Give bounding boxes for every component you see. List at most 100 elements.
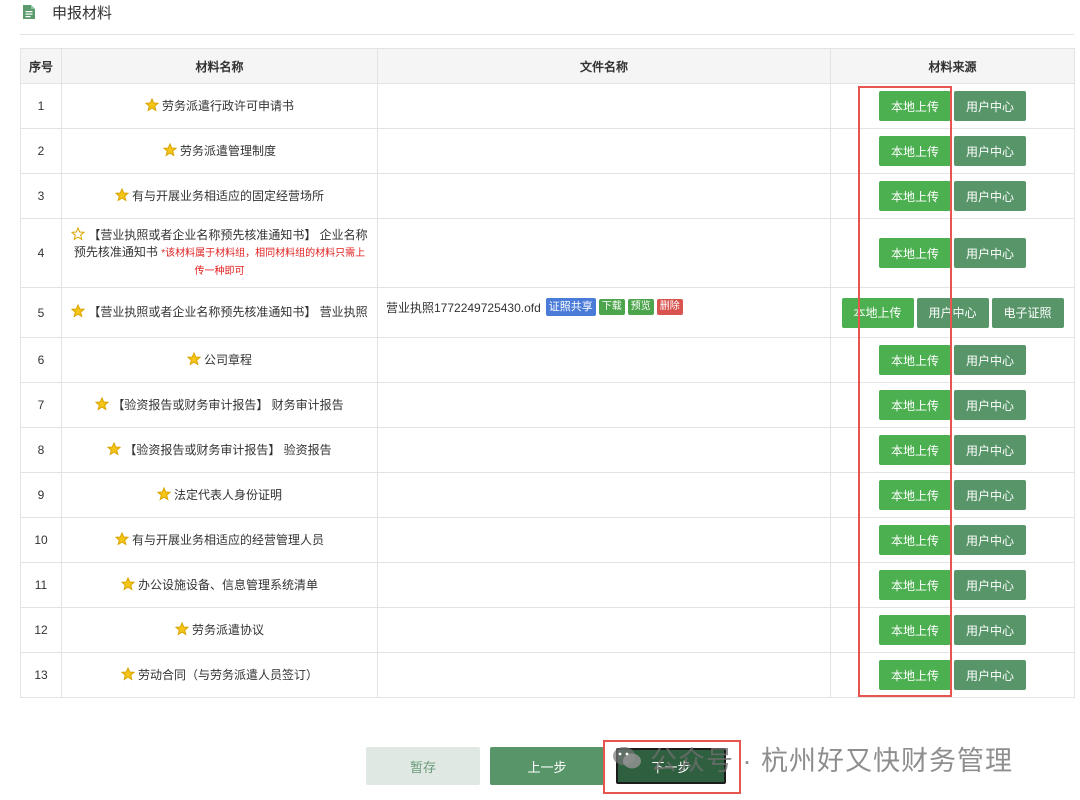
material-source-cell: 本地上传 用户中心: [830, 472, 1075, 518]
star-icon: [120, 576, 135, 590]
table-row: 5 【营业执照或者企业名称预先核准通知书】 营业执照 营业执照17722497254…: [20, 287, 1075, 338]
user-center-button[interactable]: 用户中心: [954, 435, 1026, 465]
material-name-cell: 【验资报告或财务审计报告】 验资报告: [61, 427, 378, 473]
local-upload-button[interactable]: 本地上传: [841, 297, 914, 328]
local-upload-button[interactable]: 本地上传: [879, 91, 951, 121]
download-button[interactable]: 下载: [598, 299, 625, 315]
user-center-button[interactable]: 用户中心: [954, 345, 1026, 375]
user-center-button[interactable]: 用户中心: [954, 136, 1026, 166]
user-center-button[interactable]: 用户中心: [916, 297, 989, 328]
local-upload-button[interactable]: 本地上传: [879, 615, 951, 645]
table-row: 7 【验资报告或财务审计报告】 财务审计报告 本地上传 用户中心: [20, 382, 1075, 428]
materials-table: 序号 材料名称 文件名称 材料来源 1 劳务派遣行政许可申请书 本地上传 用户中心 2 劳…: [20, 48, 1075, 698]
file-name-cell: [377, 128, 831, 174]
material-name-cell: 劳务派遣协议: [61, 607, 378, 653]
star-icon: [71, 226, 86, 240]
local-upload-button[interactable]: 本地上传: [879, 238, 951, 268]
local-upload-button[interactable]: 本地上传: [879, 390, 951, 420]
material-source-cell: 本地上传 用户中心: [830, 337, 1075, 383]
material-source-cell: 本地上传 用户中心: [830, 83, 1075, 129]
material-name: 有与开展业务相适应的经营管理人员: [131, 532, 324, 547]
row-seq: 10: [20, 517, 62, 563]
local-upload-button[interactable]: 本地上传: [879, 525, 951, 555]
user-center-button[interactable]: 用户中心: [954, 615, 1026, 645]
material-name: 办公设施设备、信息管理系统清单: [137, 577, 318, 592]
star-icon: [107, 441, 122, 455]
file-name-cell: [377, 607, 831, 653]
user-center-button[interactable]: 用户中心: [954, 570, 1026, 600]
star-icon: [156, 486, 171, 500]
table-row: 13 劳动合同（与劳务派遣人员签订） 本地上传 用户中心: [20, 652, 1075, 698]
file-name-cell: [377, 472, 831, 518]
delete-button[interactable]: 删除: [656, 299, 683, 315]
next-step-button[interactable]: 下一步: [616, 748, 726, 784]
material-name: 公司章程: [203, 352, 252, 367]
star-icon: [144, 97, 159, 111]
user-center-button[interactable]: 用户中心: [954, 480, 1026, 510]
table-row: 8 【验资报告或财务审计报告】 验资报告 本地上传 用户中心: [20, 427, 1075, 473]
row-seq: 5: [20, 287, 62, 338]
cert-share-tag[interactable]: 证照共享: [545, 298, 596, 316]
material-source-cell: 本地上传 用户中心: [830, 128, 1075, 174]
material-name-cell: 有与开展业务相适应的经营管理人员: [61, 517, 378, 563]
preview-button[interactable]: 预览: [627, 299, 654, 315]
file-name-cell: [377, 517, 831, 563]
table-row: 4 【营业执照或者企业名称预先核准通知书】 企业名称预先核准通知书 *该材料属于材…: [20, 218, 1075, 288]
table-row: 6 公司章程 本地上传 用户中心: [20, 337, 1075, 383]
material-name: 劳务派遣行政许可申请书: [161, 98, 294, 113]
material-name: 劳务派遣协议: [191, 622, 264, 637]
material-source-cell: 本地上传 用户中心: [830, 517, 1075, 563]
user-center-button[interactable]: 用户中心: [954, 390, 1026, 420]
file-name[interactable]: 营业执照1772249725430.ofd: [386, 299, 541, 316]
material-name: 有与开展业务相适应的固定经营场所: [131, 188, 324, 203]
local-upload-button[interactable]: 本地上传: [879, 181, 951, 211]
row-seq: 3: [20, 173, 62, 219]
material-source-cell: 本地上传 用户中心: [830, 427, 1075, 473]
file-name-cell: [377, 218, 831, 288]
file-name-cell: [377, 173, 831, 219]
table-row: 11 办公设施设备、信息管理系统清单 本地上传 用户中心: [20, 562, 1075, 608]
material-name: 【营业执照或者企业名称预先核准通知书】 营业执照: [88, 305, 368, 319]
star-icon: [114, 187, 129, 201]
local-upload-button[interactable]: 本地上传: [879, 480, 951, 510]
row-seq: 9: [20, 472, 62, 518]
file-name-cell: [377, 337, 831, 383]
material-name: 法定代表人身份证明: [173, 487, 282, 502]
local-upload-button[interactable]: 本地上传: [879, 570, 951, 600]
material-name-cell: 【验资报告或财务审计报告】 财务审计报告: [61, 382, 378, 428]
file-name-cell: [377, 427, 831, 473]
save-draft-button[interactable]: 暂存: [366, 747, 480, 785]
material-name-cell: 劳务派遣管理制度: [61, 128, 378, 174]
column-header-file-name: 文件名称: [377, 48, 831, 84]
user-center-button[interactable]: 用户中心: [954, 181, 1026, 211]
section-header: 申报材料: [20, 0, 1074, 35]
previous-step-button[interactable]: 上一步: [490, 747, 604, 785]
material-source-cell: 本地上传 用户中心: [830, 652, 1075, 698]
local-upload-button[interactable]: 本地上传: [879, 136, 951, 166]
table-row: 9 法定代表人身份证明 本地上传 用户中心: [20, 472, 1075, 518]
table-row: 10 有与开展业务相适应的经营管理人员 本地上传 用户中心: [20, 517, 1075, 563]
star-icon: [120, 666, 135, 680]
user-center-button[interactable]: 用户中心: [954, 525, 1026, 555]
material-name-cell: 劳务派遣行政许可申请书: [61, 83, 378, 129]
material-group-note: *该材料属于材料组，相同材料组的材料只需上传一种即可: [161, 247, 366, 277]
e-certificate-button[interactable]: 电子证照: [991, 297, 1064, 328]
row-seq: 7: [20, 382, 62, 428]
local-upload-button[interactable]: 本地上传: [879, 345, 951, 375]
user-center-button[interactable]: 用户中心: [954, 660, 1026, 690]
star-icon: [174, 621, 189, 635]
material-source-cell: 本地上传 用户中心: [830, 173, 1075, 219]
local-upload-button[interactable]: 本地上传: [879, 435, 951, 465]
page-title: 申报材料: [52, 5, 113, 22]
star-icon: [95, 396, 110, 410]
user-center-button[interactable]: 用户中心: [954, 91, 1026, 121]
star-icon: [71, 304, 86, 318]
material-name: 【验资报告或财务审计报告】 验资报告: [124, 442, 332, 457]
column-header-seq: 序号: [20, 48, 62, 84]
file-name-cell: [377, 562, 831, 608]
table-header-row: 序号 材料名称 文件名称 材料来源: [20, 48, 1075, 84]
local-upload-button[interactable]: 本地上传: [879, 660, 951, 690]
table-row: 1 劳务派遣行政许可申请书 本地上传 用户中心: [20, 83, 1075, 129]
row-seq: 13: [20, 652, 62, 698]
user-center-button[interactable]: 用户中心: [954, 238, 1026, 268]
